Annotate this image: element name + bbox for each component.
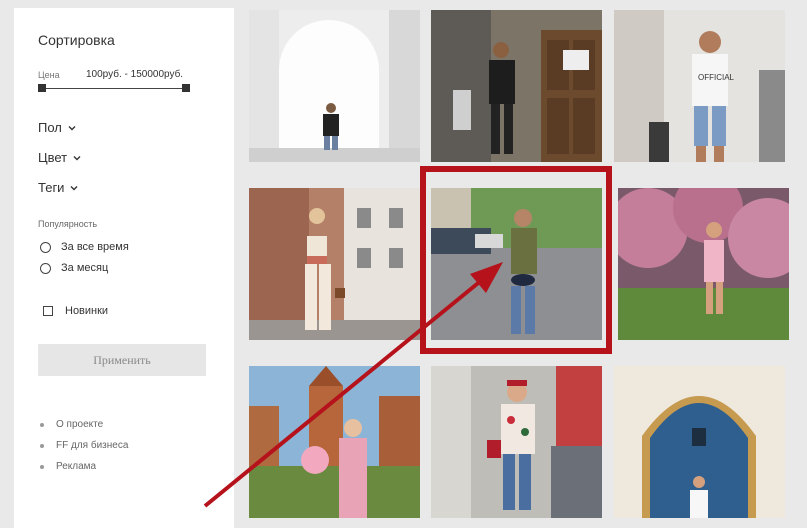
footer-link-about[interactable]: О проекте <box>40 414 128 435</box>
new-items-checkbox-row[interactable]: Новинки <box>43 305 108 317</box>
footer-link-label: Реклама <box>56 461 97 472</box>
filter-tags-dropdown[interactable]: Теги <box>38 180 79 195</box>
price-range-text: 100руб. - 150000руб. <box>86 69 184 80</box>
photo-man-white-arch[interactable] <box>249 10 420 162</box>
sort-title: Сортировка <box>38 32 115 48</box>
chevron-down-icon <box>70 185 78 190</box>
photo-man-official-tee[interactable]: OFFICIAL <box>614 10 785 162</box>
price-slider-track[interactable] <box>42 88 186 89</box>
bullet-icon <box>40 422 44 427</box>
popularity-all-time-label: За все время <box>61 241 129 253</box>
price-slider-max-handle[interactable] <box>182 84 190 92</box>
price-label: Цена <box>38 70 60 80</box>
photo-man-wooden-door[interactable] <box>431 10 602 162</box>
new-items-checkbox[interactable] <box>43 306 53 316</box>
popularity-month-label: За месяц <box>61 262 109 274</box>
photo-woman-city-street[interactable] <box>431 188 602 340</box>
filter-sidebar: Сортировка Цена 100руб. - 150000руб. Пол… <box>14 8 234 528</box>
popularity-month-option[interactable]: За месяц <box>40 262 108 274</box>
filter-gender-label: Пол <box>38 120 62 135</box>
photo-woman-pink-dress-castle[interactable] <box>249 366 420 518</box>
chevron-down-icon <box>68 125 76 130</box>
filter-color-dropdown[interactable]: Цвет <box>38 150 82 165</box>
photo-woman-floral-jacket-crowd[interactable] <box>431 366 602 518</box>
popularity-all-time-option[interactable]: За все время <box>40 241 129 253</box>
new-items-label: Новинки <box>65 305 109 317</box>
footer-link-ads[interactable]: Реклама <box>40 456 128 477</box>
filter-color-label: Цвет <box>38 150 68 165</box>
footer-links: О проекте FF для бизнеса Реклама <box>40 414 128 477</box>
radio-button[interactable] <box>40 241 51 253</box>
photo-woman-blossom-trees[interactable] <box>618 188 789 340</box>
apply-button[interactable]: Применить <box>38 344 206 376</box>
footer-link-label: О проекте <box>56 419 104 430</box>
popularity-title: Популярность <box>38 219 98 229</box>
svg-text:OFFICIAL: OFFICIAL <box>698 73 735 82</box>
photo-woman-street-building[interactable] <box>249 188 420 340</box>
filter-gender-dropdown[interactable]: Пол <box>38 120 77 135</box>
bullet-icon <box>40 443 44 448</box>
photo-woman-blue-archway[interactable] <box>614 366 785 518</box>
chevron-down-icon <box>73 155 81 160</box>
footer-link-business[interactable]: FF для бизнеса <box>40 435 128 456</box>
footer-link-label: FF для бизнеса <box>56 440 129 451</box>
radio-button[interactable] <box>40 262 51 274</box>
filter-tags-label: Теги <box>38 180 65 195</box>
bullet-icon <box>40 464 44 469</box>
price-slider-min-handle[interactable] <box>38 84 46 92</box>
